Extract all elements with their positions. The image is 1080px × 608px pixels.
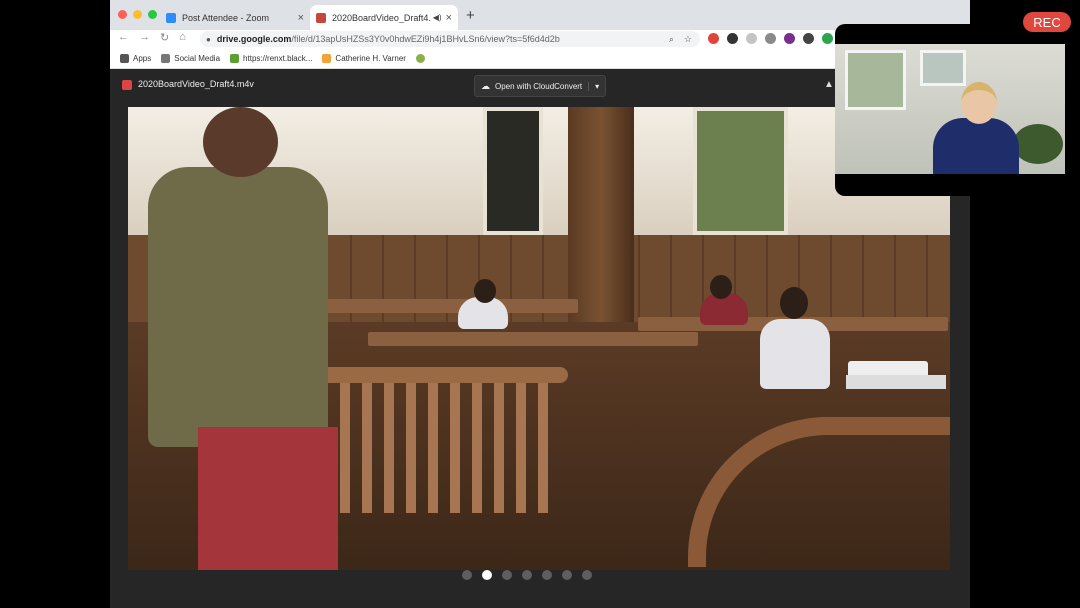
bookmark-star-icon[interactable]: ☆ [684, 34, 692, 45]
video-frame[interactable] [128, 107, 950, 570]
url-path: /file/d/13apUsHZSs3Y0v0hdwEZi9h4j1BHvLSn… [291, 34, 560, 44]
folder-icon [161, 53, 171, 63]
extension-icons [708, 33, 852, 44]
extension-icon[interactable] [727, 33, 738, 44]
tab-title: Post Attendee - Zoom [182, 12, 270, 23]
window-controls [118, 10, 157, 19]
bookmark-catherine[interactable]: Catherine H. Varner [322, 53, 406, 63]
scene-table [846, 375, 946, 389]
bookmark-label: Catherine H. Varner [335, 53, 406, 63]
extension-icon[interactable] [784, 33, 795, 44]
tab-title: 2020BoardVideo_Draft4.m [332, 12, 431, 23]
blackbaud-icon [230, 53, 240, 63]
address-bar[interactable]: ● drive.google.com /file/d/13apUsHZSs3Y0… [200, 31, 700, 47]
bookmark-apps[interactable]: Apps [120, 53, 152, 63]
close-tab-icon[interactable]: × [446, 12, 452, 24]
scene-balusters [318, 383, 558, 513]
student-head [780, 287, 808, 319]
home-icon[interactable]: ⌂ [179, 31, 186, 44]
close-tab-icon[interactable]: × [298, 12, 304, 24]
cloudconvert-icon: ☁ [481, 80, 490, 91]
bookmark-renxt[interactable]: https://renxt.black... [230, 53, 313, 63]
student-figure [760, 319, 830, 389]
extension-icon[interactable] [822, 33, 833, 44]
maximize-window-button[interactable] [148, 10, 157, 19]
new-tab-button[interactable]: + [466, 7, 475, 24]
scene-pew [368, 332, 698, 346]
scene-window [483, 107, 543, 235]
slide-dot[interactable] [502, 570, 512, 580]
speaker-icon[interactable]: ◀) [433, 13, 442, 22]
lock-icon: ● [206, 34, 211, 44]
zoom-icon [166, 12, 176, 23]
file-name: 2020BoardVideo_Draft4.m4v [138, 79, 254, 89]
search-icon[interactable]: ⌕ [669, 34, 674, 45]
open-with-button[interactable]: ☁ Open with CloudConvert ▾ [474, 75, 607, 97]
bookmark-label: Apps [133, 53, 152, 63]
bookmark-leaf[interactable] [415, 53, 429, 63]
scene-window [693, 107, 788, 235]
slide-dot[interactable] [522, 570, 532, 580]
video-file-icon [316, 12, 326, 23]
chevron-down-icon[interactable]: ▾ [588, 81, 599, 91]
recording-badge: REC [1023, 12, 1071, 32]
forward-icon[interactable]: → [139, 31, 150, 44]
open-with-label: Open with CloudConvert [495, 81, 583, 91]
teacher-head [203, 107, 278, 177]
extension-icon[interactable] [746, 33, 757, 44]
bookmark-social-media[interactable]: Social Media [161, 53, 221, 63]
student-head [710, 275, 732, 299]
scene-pew [308, 299, 578, 313]
bookmark-label: Social Media [174, 53, 221, 63]
participant-window [845, 50, 906, 110]
slide-dot[interactable] [462, 570, 472, 580]
reload-icon[interactable]: ↻ [160, 31, 169, 44]
slide-dot[interactable] [542, 570, 552, 580]
scene-railing [308, 367, 568, 383]
back-icon[interactable]: ← [118, 31, 129, 44]
video-file-icon [122, 80, 132, 90]
extension-icon[interactable] [765, 33, 776, 44]
teacher-figure [148, 167, 328, 447]
slide-dot[interactable] [562, 570, 572, 580]
minimize-window-button[interactable] [133, 10, 142, 19]
teacher-legs [198, 427, 338, 570]
slide-dot[interactable] [582, 570, 592, 580]
participant-head [961, 82, 997, 124]
tab-drive-video[interactable]: 2020BoardVideo_Draft4.m ◀) × [310, 5, 458, 30]
leaf-icon [415, 53, 425, 63]
zoom-participant-video[interactable] [835, 24, 1065, 196]
participant-plant [1013, 124, 1063, 164]
pinterest-icon[interactable] [708, 33, 719, 44]
participant-figure [933, 118, 1019, 174]
tab-zoom[interactable]: Post Attendee - Zoom × [160, 5, 310, 30]
extension-icon[interactable] [803, 33, 814, 44]
slide-dot-active[interactable] [482, 570, 492, 580]
url-host: drive.google.com [216, 34, 292, 44]
student-head [474, 279, 496, 303]
nav-buttons: ← → ↻ ⌂ [118, 31, 186, 44]
participant-window [920, 50, 966, 86]
bookmark-label: https://renxt.black... [243, 53, 313, 63]
drive-icon[interactable]: ▲ [824, 79, 834, 90]
slide-indicators [462, 570, 592, 580]
cloud-icon [322, 53, 332, 63]
close-window-button[interactable] [118, 10, 127, 19]
apps-grid-icon [120, 53, 129, 63]
